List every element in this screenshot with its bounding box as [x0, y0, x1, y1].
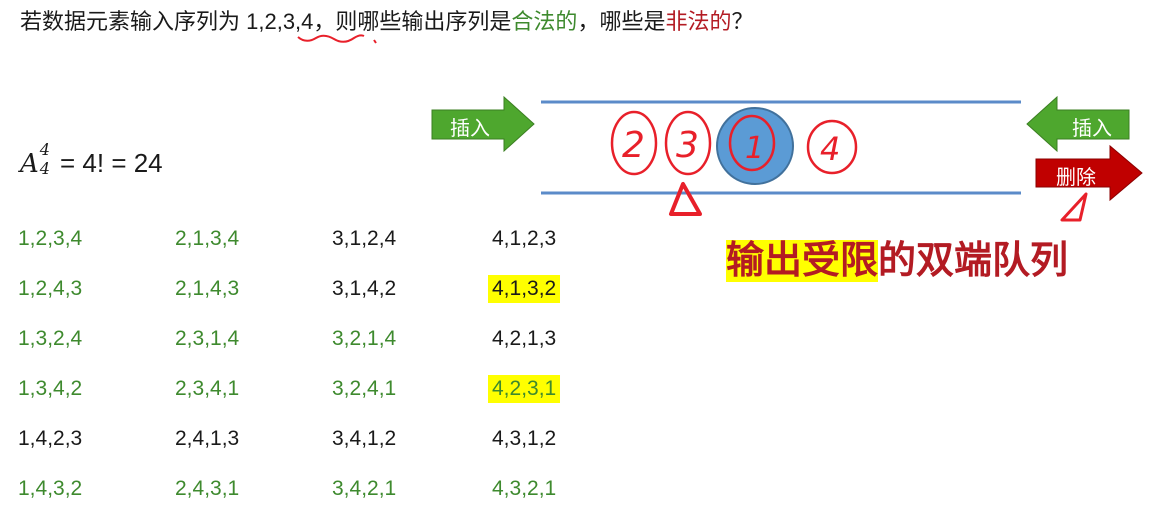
ink-digit-1: 1 [745, 131, 764, 166]
insert-left-label: 插入 [450, 118, 490, 140]
insert-right-label: 插入 [1072, 118, 1112, 140]
ink-triangle-left [669, 182, 702, 216]
delete-right-label: 删除 [1056, 167, 1096, 189]
ink-digit-2: 2 [622, 125, 645, 166]
ink-triangle-right [1060, 192, 1088, 222]
sequence-tick [373, 39, 377, 44]
ink-digit-3: 3 [676, 125, 699, 166]
sequence-underline [297, 34, 365, 43]
deque-title: 输出受限的双端队列 [726, 229, 1068, 284]
ink-digit-4: 4 [820, 130, 840, 168]
deque-title-highlight: 输出受限 [726, 240, 879, 282]
deque-title-rest: 的双端队列 [878, 240, 1069, 282]
